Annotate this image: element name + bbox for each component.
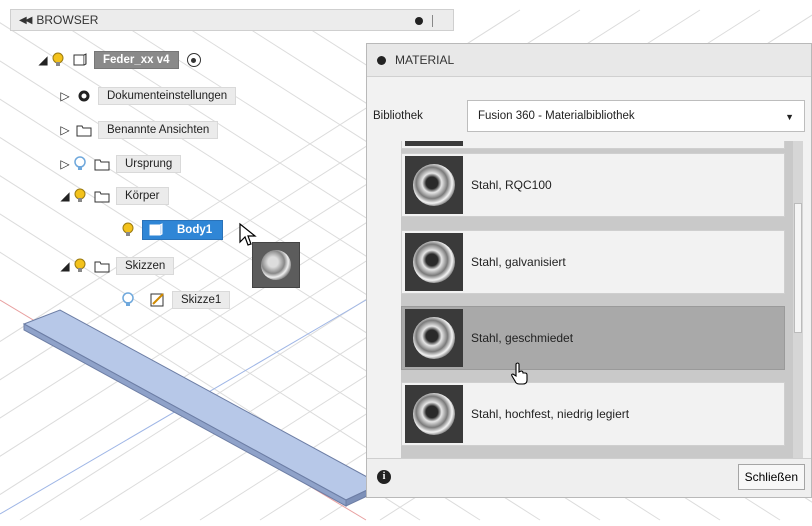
tree-item-label[interactable]: Skizze1 xyxy=(172,291,231,309)
tree-row-sketches[interactable]: ◢ Skizzen xyxy=(58,254,175,278)
component-icon xyxy=(72,53,88,67)
material-name: Stahl, hochfest, niedrig legiert xyxy=(471,407,630,421)
tree-item-label[interactable]: Dokumenteinstellungen xyxy=(98,87,237,105)
lightbulb-visible-icon[interactable] xyxy=(72,257,88,275)
folder-icon xyxy=(94,259,110,273)
drag-material-preview xyxy=(252,242,300,288)
expanded-triangle-icon[interactable]: ◢ xyxy=(36,53,50,67)
tree-row-bodies[interactable]: ◢ Körper xyxy=(58,184,169,208)
material-item[interactable]: Stahl, hochfest, niedrig legiert xyxy=(401,382,785,446)
tree-item-label[interactable]: Ursprung xyxy=(116,155,182,173)
lightbulb-visible-icon[interactable] xyxy=(120,221,136,239)
material-dialog-footer: i Schließen xyxy=(367,458,811,497)
material-name: Stahl, geschmiedet xyxy=(471,331,574,345)
hand-cursor-icon xyxy=(511,362,528,385)
gear-icon xyxy=(76,89,92,103)
lightbulb-hidden-icon[interactable] xyxy=(120,291,136,309)
body-plate[interactable] xyxy=(22,309,382,507)
selected-body-label[interactable]: Body1 xyxy=(142,220,224,240)
collapsed-triangle-icon[interactable]: ▷ xyxy=(58,123,72,137)
folder-icon xyxy=(94,157,110,171)
material-swatch xyxy=(405,141,463,146)
info-icon[interactable]: i xyxy=(377,470,391,484)
material-dialog-header[interactable]: MATERIAL xyxy=(367,44,811,77)
tree-item-label[interactable]: Skizzen xyxy=(116,257,175,275)
lightbulb-visible-icon[interactable] xyxy=(72,187,88,205)
collapsed-triangle-icon[interactable]: ▷ xyxy=(58,89,72,103)
material-dialog: MATERIAL Bibliothek Fusion 360 - Materia… xyxy=(366,43,812,498)
root-component-label[interactable]: Feder_xx v4 xyxy=(94,51,179,69)
tree-row-named-views[interactable]: ▷ Benannte Ansichten xyxy=(58,118,219,142)
material-list[interactable]: Stahl, RQC100 Stahl, galvanisiert Stahl,… xyxy=(401,141,803,490)
library-select-value: Fusion 360 - Materialbibliothek xyxy=(478,110,635,122)
folder-icon xyxy=(94,189,110,203)
expanded-triangle-icon[interactable]: ◢ xyxy=(58,189,72,203)
chevron-down-icon[interactable]: ▼ xyxy=(785,112,794,122)
arrow-cursor-icon xyxy=(239,222,257,246)
tree-row-root[interactable]: ◢ Feder_xx v4 xyxy=(36,48,201,72)
tree-row-sketch1[interactable]: Skizze1 xyxy=(120,288,231,312)
material-item-partial[interactable] xyxy=(401,141,785,149)
lightbulb-visible-icon[interactable] xyxy=(50,51,66,69)
collapsed-triangle-icon[interactable]: ▷ xyxy=(58,157,72,171)
activate-radio-icon[interactable] xyxy=(186,53,201,67)
panel-divider xyxy=(432,15,433,27)
pin-dot-icon[interactable] xyxy=(377,55,386,65)
close-button[interactable]: Schließen xyxy=(737,464,805,490)
pin-dot-icon[interactable] xyxy=(415,17,423,25)
expanded-triangle-icon[interactable]: ◢ xyxy=(58,259,72,273)
browser-title: BROWSER xyxy=(36,13,99,27)
library-row: Bibliothek Fusion 360 - Materialbiblioth… xyxy=(367,98,812,134)
collapse-panel-icon[interactable]: ◀◀ xyxy=(19,15,32,26)
material-item-hovered[interactable]: Stahl, geschmiedet xyxy=(401,306,785,370)
material-swatch xyxy=(405,385,463,443)
tree-item-label[interactable]: Benannte Ansichten xyxy=(98,121,219,139)
tree-item-label[interactable]: Körper xyxy=(116,187,169,205)
library-select[interactable]: Fusion 360 - Materialbibliothek ▼ xyxy=(467,100,805,132)
scrollbar-thumb[interactable] xyxy=(794,203,802,333)
tree-row-body1[interactable]: Body1 xyxy=(120,218,224,242)
material-item[interactable]: Stahl, RQC100 xyxy=(401,153,785,217)
material-list-scrollbar[interactable] xyxy=(793,141,803,490)
material-item[interactable]: Stahl, galvanisiert xyxy=(401,230,785,294)
sketch-icon xyxy=(150,293,166,307)
material-swatch xyxy=(405,156,463,214)
tree-row-document-settings[interactable]: ▷ Dokumenteinstellungen xyxy=(58,84,237,108)
material-swatch xyxy=(405,233,463,291)
body-name-text: Body1 xyxy=(177,224,213,236)
folder-icon xyxy=(76,123,92,137)
material-name: Stahl, galvanisiert xyxy=(471,255,566,269)
body-icon xyxy=(149,223,163,236)
material-dialog-title: MATERIAL xyxy=(395,53,455,67)
tree-row-origin[interactable]: ▷ Ursprung xyxy=(58,152,182,176)
lightbulb-hidden-icon[interactable] xyxy=(72,155,88,173)
library-label: Bibliothek xyxy=(373,110,423,122)
material-name: Stahl, RQC100 xyxy=(471,178,552,192)
material-swatch xyxy=(405,309,463,367)
browser-panel-header[interactable]: ◀◀ BROWSER xyxy=(10,9,454,31)
